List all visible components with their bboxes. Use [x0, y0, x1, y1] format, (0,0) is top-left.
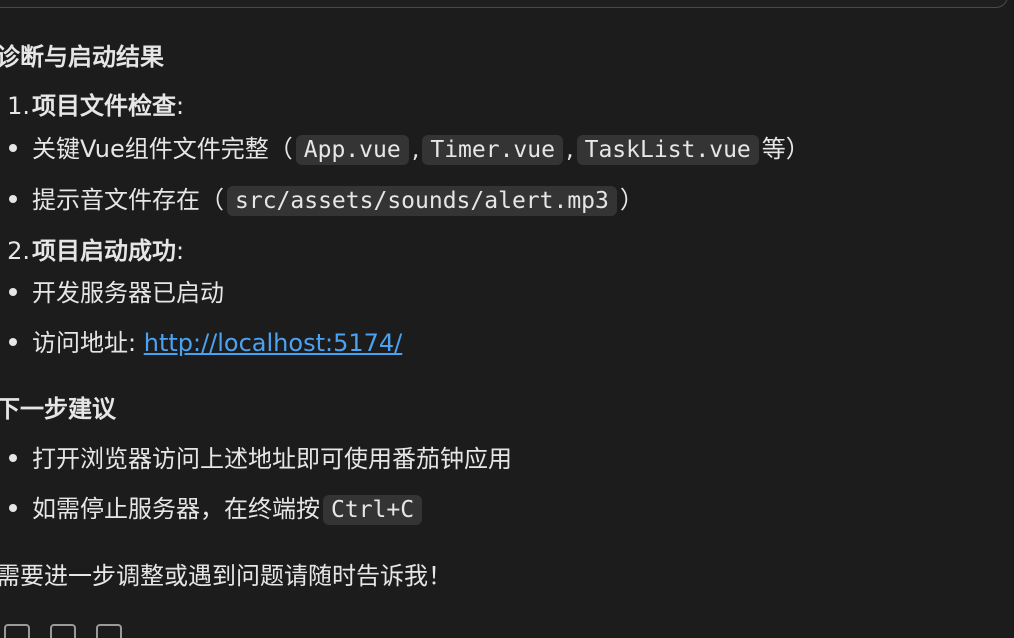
item1-number: 1.: [7, 92, 30, 120]
code-ctrl-c: Ctrl+C: [323, 495, 423, 525]
code-tasklist-vue: TaskList.vue: [576, 135, 759, 165]
diagnosis-heading: 诊断与启动结果: [0, 43, 164, 71]
list-item: 提示音文件存在（ src/assets/sounds/alert.mp3）: [9, 183, 644, 218]
item1-heading: 1.项目文件检查:: [0, 89, 184, 123]
bullet-text: 打开浏览器访问上述地址即可使用番茄钟应用: [32, 445, 512, 473]
clipboard-icon[interactable]: [96, 624, 122, 638]
bullet-dot: [9, 504, 17, 512]
bullet-text: 如需停止服务器，在终端按: [32, 495, 320, 523]
list-item: 开发服务器已启动: [9, 276, 224, 310]
bullet-text: 提示音文件存在（: [32, 186, 224, 214]
item2-suffix: :: [176, 237, 185, 265]
closing-text: 需要进一步调整或遇到问题请随时告诉我！: [0, 562, 452, 590]
item2-number: 2.: [7, 237, 30, 265]
bullet-tail: 等）: [761, 135, 810, 163]
list-item: 打开浏览器访问上述地址即可使用番茄钟应用: [9, 442, 512, 476]
previous-message-box: [0, 0, 1008, 8]
list-item: 关键Vue组件文件完整（ App.vue, Timer.vue, TaskList.v…: [9, 132, 810, 167]
item2-heading: 2.项目启动成功:: [0, 234, 184, 268]
bullet-text: 访问地址:: [32, 329, 137, 357]
item1-title: 项目文件检查: [32, 92, 176, 120]
next-steps-heading: 下一步建议: [0, 395, 116, 423]
list-item: 如需停止服务器，在终端按 Ctrl+C: [9, 492, 425, 527]
item1-suffix: :: [176, 92, 185, 120]
bullet-dot: [9, 195, 17, 203]
localhost-link[interactable]: http://localhost:5174/: [144, 329, 403, 357]
separator: ,: [565, 135, 574, 163]
bullet-dot: [9, 454, 17, 462]
code-timer-vue: Timer.vue: [422, 135, 563, 165]
message-actions: [4, 624, 122, 638]
separator: ,: [411, 135, 420, 163]
bullet-text: 开发服务器已启动: [32, 279, 224, 307]
bullet-text: 关键Vue组件文件完整（: [32, 135, 293, 163]
list-item: 访问地址: http://localhost:5174/: [9, 326, 402, 360]
item2-title: 项目启动成功: [32, 237, 176, 265]
code-alert-path: src/assets/sounds/alert.mp3: [227, 186, 617, 216]
bullet-dot: [9, 338, 17, 346]
bullet-dot: [9, 288, 17, 296]
bullet-tail: ）: [619, 186, 644, 214]
bullet-dot: [9, 144, 17, 152]
code-app-vue: App.vue: [295, 135, 409, 165]
thumbs-up-icon[interactable]: [50, 624, 76, 638]
copy-icon[interactable]: [4, 624, 30, 638]
